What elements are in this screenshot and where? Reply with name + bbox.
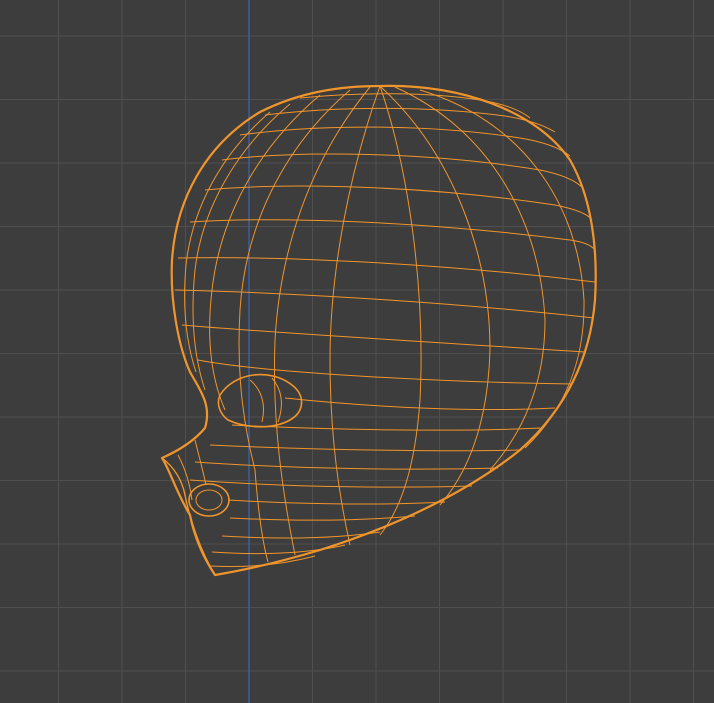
- latitude-line: [229, 515, 416, 521]
- longitude-line: [192, 103, 291, 391]
- latitude-line: [197, 359, 573, 385]
- latitude-line: [177, 257, 596, 283]
- latitude-line: [194, 461, 499, 470]
- ear-bulge: [217, 373, 303, 428]
- longitude-line: [379, 85, 422, 536]
- latitude-line: [174, 289, 595, 319]
- latitude-line: [189, 479, 473, 488]
- ear-bulge-inner: [271, 377, 282, 423]
- viewport-canvas[interactable]: [0, 0, 714, 703]
- latitude-line: [204, 185, 593, 221]
- latitude-line: [181, 324, 586, 353]
- floor-grid: [0, 0, 714, 703]
- ear-bulge-inner: [249, 379, 264, 423]
- latitude-line: [211, 544, 346, 555]
- latitude-line: [231, 424, 541, 431]
- eye-loop: [188, 483, 230, 517]
- longitude-line: [184, 111, 271, 373]
- longitude-line: [379, 85, 491, 506]
- longitude-line: [419, 89, 585, 449]
- longitude-line: [238, 89, 351, 563]
- longitude-line: [209, 94, 321, 411]
- 3d-viewport[interactable]: [0, 0, 714, 703]
- latitude-line: [239, 126, 571, 157]
- latitude-line: [227, 499, 446, 505]
- latitude-line: [209, 555, 316, 568]
- eye-loop-inner: [195, 489, 223, 511]
- head-mesh-wireframe[interactable]: [160, 84, 597, 577]
